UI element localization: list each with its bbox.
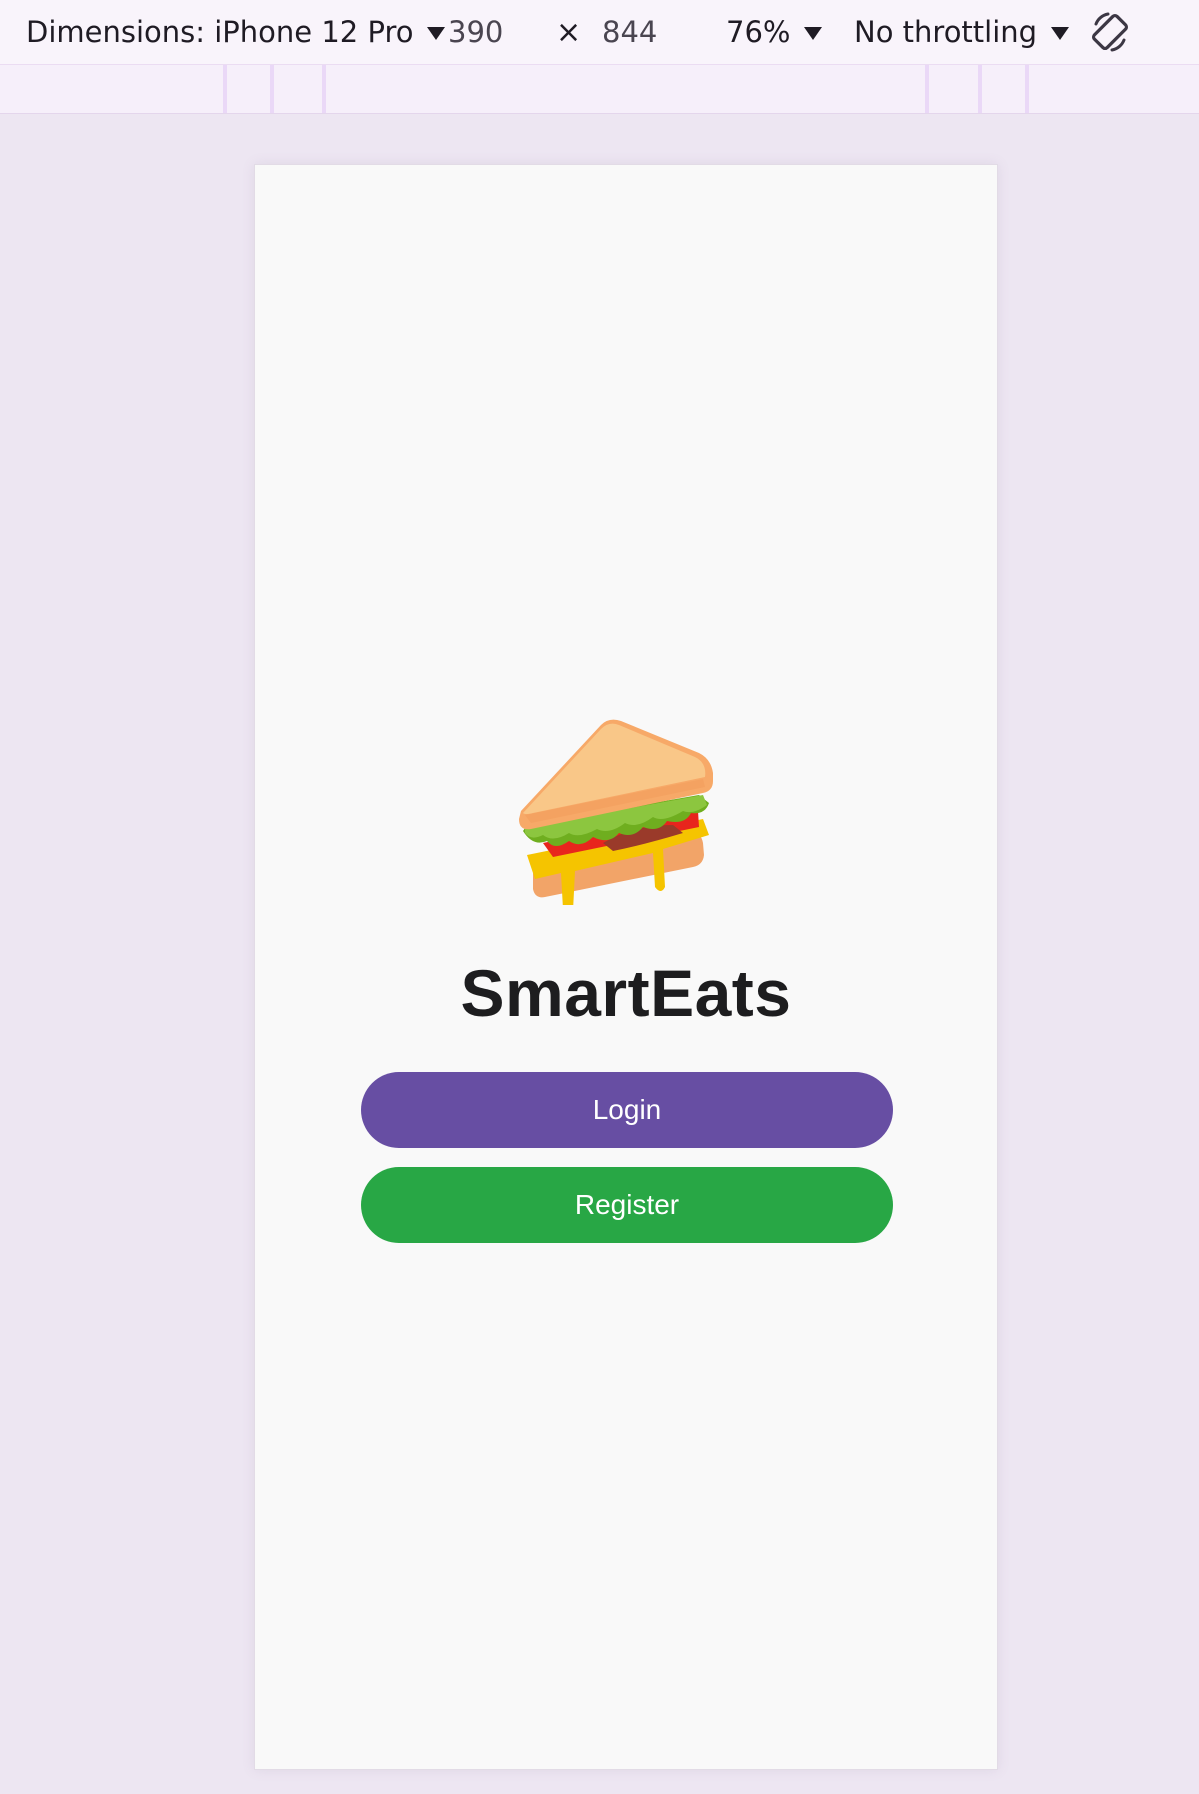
zoom-select[interactable]: 76% <box>726 0 823 64</box>
rotate-device-button[interactable] <box>1086 8 1134 56</box>
media-query-marker[interactable] <box>322 65 326 113</box>
register-button[interactable]: Register <box>361 1167 893 1243</box>
app-title: SmartEats <box>460 956 792 1030</box>
devtools-device-toolbar: Dimensions: iPhone 12 Pro 390 × 844 76% … <box>0 0 1199 64</box>
throttling-select[interactable]: No throttling <box>854 0 1070 64</box>
sandwich-icon <box>519 719 713 905</box>
device-select-label: Dimensions: iPhone 12 Pro <box>26 15 414 49</box>
zoom-label: 76% <box>726 15 791 49</box>
login-button[interactable]: Login <box>361 1072 893 1148</box>
height-input[interactable]: 844 <box>602 0 657 64</box>
device-select[interactable]: Dimensions: iPhone 12 Pro <box>26 0 446 64</box>
media-query-bar <box>0 64 1199 114</box>
media-query-marker[interactable] <box>1025 65 1029 113</box>
device-viewport: SmartEats Login Register <box>254 164 998 1770</box>
width-input[interactable]: 390 <box>448 0 503 64</box>
chevron-down-icon <box>804 26 823 40</box>
rotate-device-icon <box>1091 12 1129 52</box>
media-query-marker[interactable] <box>925 65 929 113</box>
chevron-down-icon <box>427 26 446 40</box>
chevron-down-icon <box>1051 26 1070 40</box>
media-query-marker[interactable] <box>223 65 227 113</box>
media-query-marker[interactable] <box>978 65 982 113</box>
throttling-label: No throttling <box>854 15 1038 49</box>
dimension-separator: × <box>556 14 582 50</box>
media-query-marker[interactable] <box>270 65 274 113</box>
